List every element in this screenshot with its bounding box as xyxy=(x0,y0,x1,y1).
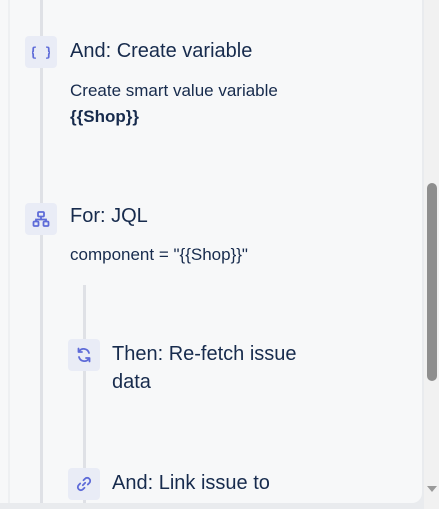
rule-steps-panel: { } And: Create variable Create smart va… xyxy=(0,0,422,503)
svg-text:{ }: { } xyxy=(32,46,50,61)
braces-icon: { } xyxy=(25,36,57,68)
panel-edge xyxy=(8,0,10,503)
step-title: For: JQL xyxy=(70,205,148,227)
hierarchy-icon xyxy=(25,203,57,235)
step-description: component = "{{Shop}}" xyxy=(70,245,248,264)
step-title: And: Create variable xyxy=(70,40,253,62)
automation-rule-viewport: { } And: Create variable Create smart va… xyxy=(0,0,439,509)
scrollbar-thumb[interactable] xyxy=(427,183,437,381)
link-icon xyxy=(68,468,100,500)
scroll-down-arrow-icon[interactable] xyxy=(425,483,439,495)
variable-name: {{Shop}} xyxy=(70,107,139,126)
step-title-line-1: Then: Re-fetch issue xyxy=(112,343,297,365)
step-title-line-2: data xyxy=(112,371,151,393)
refresh-icon xyxy=(68,339,100,371)
step-title: And: Link issue to xyxy=(112,472,270,494)
main-flow-rail xyxy=(40,0,43,503)
step-description: Create smart value variable xyxy=(70,81,278,100)
